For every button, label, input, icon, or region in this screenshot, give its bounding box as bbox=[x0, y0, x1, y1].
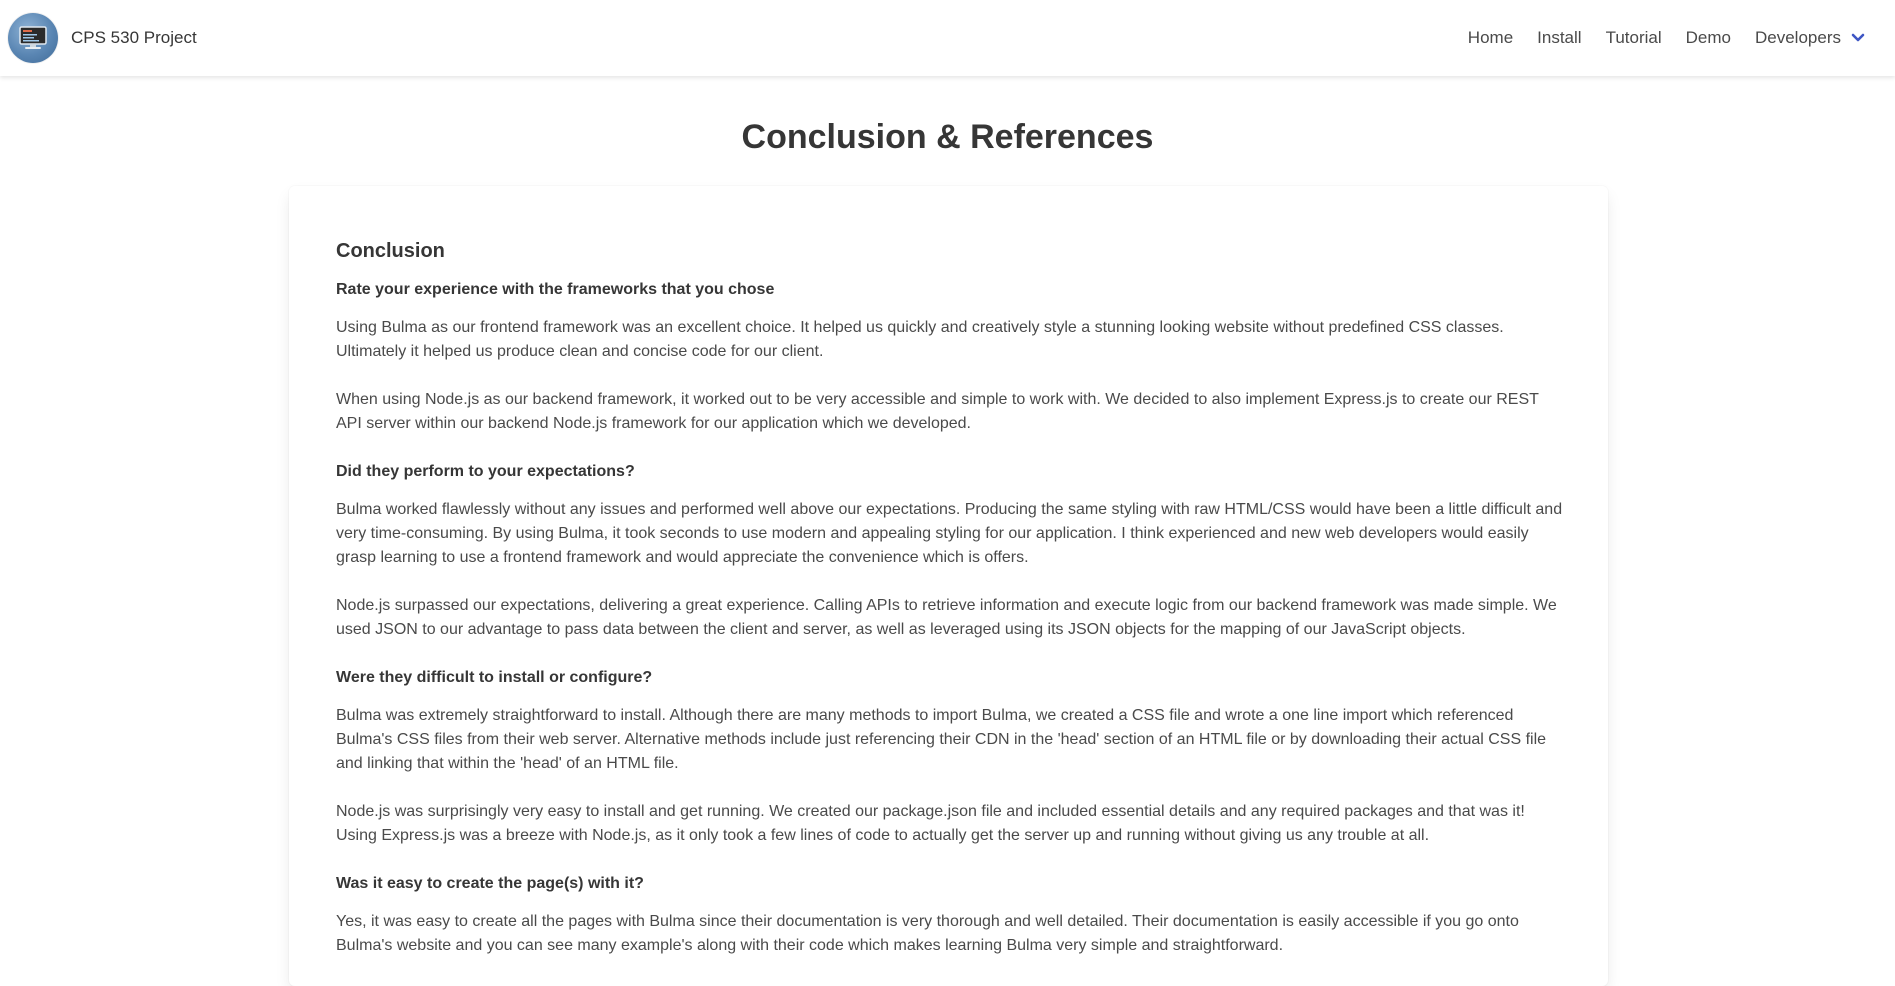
question-expectations: Did they perform to your expectations? bbox=[336, 463, 635, 480]
computer-monitor-logo-icon bbox=[8, 13, 58, 63]
question-rate-experience: Rate your experience with the frameworks… bbox=[336, 281, 775, 298]
nav-tutorial-link[interactable]: Tutorial bbox=[1594, 0, 1674, 76]
nav-install-link[interactable]: Install bbox=[1525, 0, 1593, 76]
answer-paragraph: Node.js surpassed our expectations, deli… bbox=[336, 597, 1557, 638]
brand-title: CPS 530 Project bbox=[71, 28, 197, 47]
answer-paragraph: Using Bulma as our frontend framework wa… bbox=[336, 319, 1504, 360]
answer-paragraph: Yes, it was easy to create all the pages… bbox=[336, 913, 1519, 954]
conclusion-card: Conclusion Rate your experience with the… bbox=[289, 186, 1608, 986]
nav-home-link[interactable]: Home bbox=[1456, 0, 1525, 76]
nav-developers-dropdown[interactable]: Developers bbox=[1743, 0, 1877, 76]
answer-paragraph: Node.js was surprisingly very easy to in… bbox=[336, 803, 1525, 844]
nav-demo-link[interactable]: Demo bbox=[1674, 0, 1743, 76]
top-navbar: CPS 530 Project Home Install Tutorial De… bbox=[0, 0, 1895, 76]
page-title: Conclusion & References bbox=[741, 118, 1154, 156]
conclusion-heading: Conclusion bbox=[336, 240, 445, 262]
answer-paragraph: When using Node.js as our backend framew… bbox=[336, 391, 1539, 432]
nav-developers-label: Developers bbox=[1755, 28, 1841, 47]
question-create-pages: Was it easy to create the page(s) with i… bbox=[336, 875, 644, 892]
chevron-down-icon bbox=[1851, 28, 1865, 48]
card-content: Conclusion Rate your experience with the… bbox=[336, 237, 1566, 982]
answer-paragraph: Bulma was extremely straightforward to i… bbox=[336, 707, 1547, 772]
nav-menu: Home Install Tutorial Demo Developers bbox=[1456, 0, 1877, 76]
question-install-configure: Were they difficult to install or config… bbox=[336, 669, 653, 686]
brand-link[interactable]: CPS 530 Project bbox=[8, 8, 197, 68]
answer-paragraph: Bulma worked flawlessly without any issu… bbox=[336, 501, 1563, 566]
